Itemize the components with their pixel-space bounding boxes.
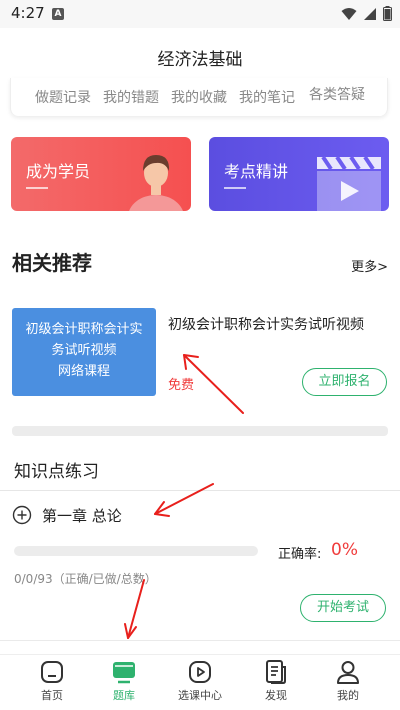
wifi-icon — [341, 7, 357, 20]
cell-signal-icon — [364, 7, 376, 20]
key-points-lecture-label: 考点精讲 — [224, 162, 289, 181]
course-thumbnail[interactable]: 初级会计职称会计实 务试听视频 网络课程 — [12, 308, 156, 396]
accuracy-value: 0% — [331, 540, 358, 560]
chapter-progress-bar — [14, 546, 258, 556]
home-icon — [41, 661, 63, 683]
course-thumb-line: 务试听视频 — [51, 343, 117, 358]
quick-link-answers[interactable]: 各类答疑 — [309, 84, 365, 104]
profile-icon — [337, 661, 359, 684]
question-bank-icon — [113, 662, 135, 684]
course-thumb-line: 网络课程 — [57, 364, 110, 379]
chapter-title: 第一章 总论 — [42, 506, 122, 525]
enroll-button[interactable]: 立即报名 — [302, 368, 387, 396]
course-center-icon — [189, 661, 211, 683]
quick-link-notes[interactable]: 我的笔记 — [239, 87, 295, 107]
divider — [0, 490, 400, 491]
discover-icon — [266, 660, 286, 684]
promo-underline — [224, 187, 246, 189]
become-member-label: 成为学员 — [26, 162, 91, 181]
tab-label: 题库 — [113, 689, 135, 702]
course-price: 免费 — [168, 378, 195, 393]
battery-icon — [383, 6, 392, 21]
bottom-tab-bar: 首页 题库 选课中心 发现 我的 — [0, 654, 400, 710]
become-member-card[interactable]: 成为学员 — [11, 137, 191, 211]
chapter-row[interactable]: 第一章 总论 — [12, 504, 122, 526]
recommend-section-title: 相关推荐 — [12, 251, 92, 275]
quick-link-favorites[interactable]: 我的收藏 — [171, 87, 227, 107]
key-points-lecture-card[interactable]: 考点精讲 — [209, 137, 389, 211]
accuracy-label: 正确率: — [278, 547, 322, 562]
tab-home[interactable]: 首页 — [22, 659, 82, 703]
tab-label: 首页 — [41, 689, 63, 702]
notification-a-icon: A — [52, 8, 64, 20]
student-avatar-icon — [129, 155, 183, 211]
tab-label: 发现 — [265, 689, 287, 702]
tab-label: 我的 — [337, 689, 359, 702]
video-clapper-icon — [317, 155, 381, 211]
annotation-arrow-icon — [127, 579, 145, 639]
start-exam-button[interactable]: 开始考试 — [300, 594, 386, 622]
tab-question-bank[interactable]: 题库 — [94, 659, 154, 703]
status-indicators — [341, 6, 392, 21]
page-title: 经济法基础 — [157, 50, 243, 70]
divider — [0, 640, 400, 641]
quick-links-bar: 做题记录 我的错题 我的收藏 我的笔记 各类答疑 — [10, 78, 388, 116]
expand-plus-icon[interactable] — [12, 505, 32, 525]
annotation-arrow-icon — [154, 483, 214, 515]
tab-label: 选课中心 — [178, 689, 222, 702]
more-link[interactable]: 更多> — [351, 256, 388, 275]
status-time: 4:27 — [11, 4, 45, 22]
section-divider — [12, 426, 388, 436]
quick-link-records[interactable]: 做题记录 — [35, 87, 91, 107]
course-title[interactable]: 初级会计职称会计实务试听视频 — [168, 314, 364, 334]
tab-profile[interactable]: 我的 — [318, 659, 378, 703]
practice-section-title: 知识点练习 — [14, 462, 99, 482]
tab-discover[interactable]: 发现 — [246, 659, 306, 703]
practice-stats: 0/0/93（正确/已做/总数） — [14, 572, 157, 586]
quick-link-wrong-questions[interactable]: 我的错题 — [103, 87, 159, 107]
tab-course-center[interactable]: 选课中心 — [170, 659, 230, 703]
status-bar: 4:27 A — [0, 0, 400, 28]
promo-underline — [26, 187, 48, 189]
course-thumb-line: 初级会计职称会计实 — [25, 322, 143, 337]
